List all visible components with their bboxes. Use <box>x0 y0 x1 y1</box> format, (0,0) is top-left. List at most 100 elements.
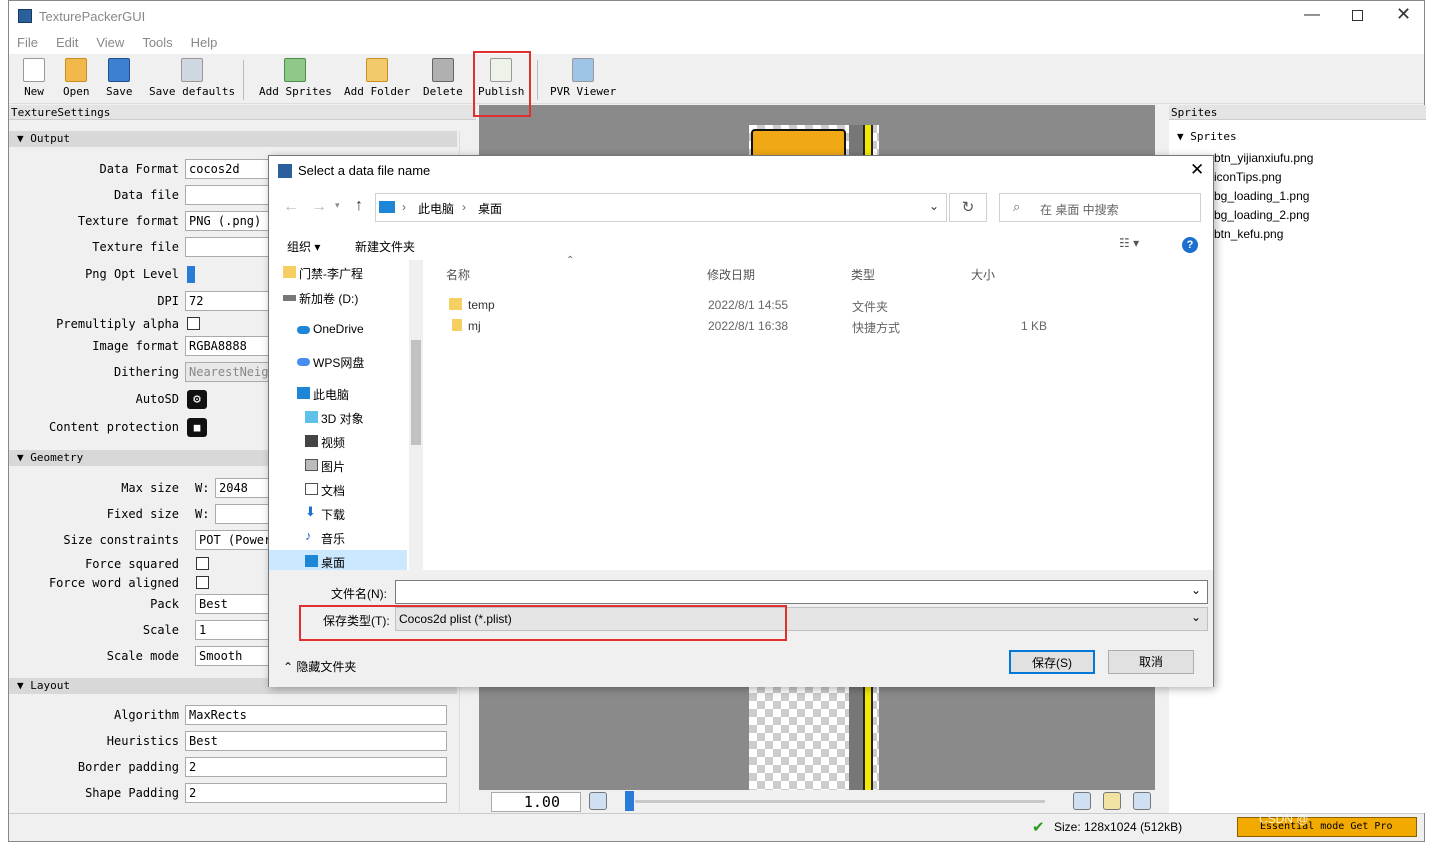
tree-item-desktop[interactable]: 桌面 <box>305 554 345 571</box>
zoom-fit-icon[interactable] <box>1103 792 1121 810</box>
column-date[interactable]: 修改日期 <box>707 266 755 283</box>
data-format-select[interactable]: cocos2d <box>185 159 275 179</box>
dialog-app-icon <box>278 164 292 178</box>
refresh-icon[interactable]: ↻ <box>949 193 987 222</box>
sprite-list-item[interactable]: bg_loading_2.png <box>1214 208 1309 222</box>
tree-item-music[interactable]: ♪ 音乐 <box>305 528 345 547</box>
pack-select[interactable]: Best <box>195 594 275 614</box>
address-bar[interactable]: › 此电脑 › 桌面 ⌄ <box>375 193 947 222</box>
column-size[interactable]: 大小 <box>971 266 995 283</box>
open-button[interactable]: Open <box>63 58 90 98</box>
save-button[interactable]: Save <box>106 58 133 98</box>
navigation-scrollbar-thumb[interactable] <box>411 340 421 445</box>
texture-file-input[interactable] <box>185 237 275 257</box>
sprites-group[interactable]: ▼ Sprites <box>1177 130 1237 143</box>
sprite-list-item[interactable]: btn_kefu.png <box>1214 227 1283 241</box>
delete-button[interactable]: Delete <box>423 58 463 98</box>
filename-dropdown-icon[interactable]: ⌄ <box>1191 583 1201 597</box>
breadcrumb-this-pc[interactable]: 此电脑 <box>418 200 454 217</box>
border-padding-spinner[interactable]: 2 <box>185 757 447 777</box>
data-file-input[interactable] <box>185 185 275 205</box>
file-row[interactable]: mj 2022/8/1 16:38 快捷方式 1 KB <box>429 317 1049 337</box>
file-row[interactable]: temp 2022/8/1 14:55 文件夹 <box>429 296 1049 316</box>
zoom-slider-track[interactable] <box>635 800 1045 803</box>
menu-edit[interactable]: Edit <box>56 32 78 54</box>
view-options-icon[interactable]: ☷ ▾ <box>1119 236 1139 250</box>
zoom-reset-icon[interactable] <box>1133 792 1151 810</box>
scale-mode-select[interactable]: Smooth <box>195 646 275 666</box>
sprite-list-item[interactable]: iconTips.png <box>1214 170 1282 184</box>
organize-menu[interactable]: 组织 ▾ <box>287 238 320 255</box>
zoom-in-icon[interactable] <box>1073 792 1091 810</box>
save-defaults-button[interactable]: Save defaults <box>149 58 235 98</box>
search-box[interactable]: ⌕ 在 桌面 中搜索 <box>999 193 1201 222</box>
premultiply-checkbox[interactable] <box>187 317 200 330</box>
app-icon <box>18 9 32 23</box>
image-format-select[interactable]: RGBA8888 <box>185 336 275 356</box>
menu-view[interactable]: View <box>96 32 124 54</box>
max-width-select[interactable]: 2048 <box>215 478 275 498</box>
hide-folders-toggle[interactable]: ⌃ 隐藏文件夹 <box>283 658 356 675</box>
size-constraints-select[interactable]: POT (Power <box>195 530 275 550</box>
filename-label: 文件名(N): <box>331 587 387 601</box>
file-date: 2022/8/1 16:38 <box>708 319 789 333</box>
navigation-scrollbar[interactable] <box>409 260 423 570</box>
add-folder-button[interactable]: Add Folder <box>344 58 410 98</box>
heuristics-select[interactable]: Best <box>185 731 447 751</box>
tree-item-videos[interactable]: 视频 <box>305 434 345 451</box>
maximize-icon[interactable] <box>1352 10 1363 21</box>
savetype-dropdown-icon[interactable]: ⌄ <box>1191 610 1201 624</box>
add-sprites-button[interactable]: Add Sprites <box>259 58 332 98</box>
shape-padding-spinner[interactable]: 2 <box>185 783 447 803</box>
tree-item-pictures[interactable]: 图片 <box>305 458 345 475</box>
force-squared-checkbox[interactable] <box>196 557 209 570</box>
close-icon[interactable]: ✕ <box>1396 4 1411 25</box>
breadcrumb-desktop[interactable]: 桌面 <box>478 200 502 217</box>
scale-input[interactable]: 1 <box>195 620 275 640</box>
dialog-close-icon[interactable]: ✕ <box>1190 160 1204 180</box>
tree-item-documents[interactable]: 文档 <box>305 482 345 499</box>
save-dialog-button[interactable]: 保存(S) <box>1009 650 1095 674</box>
up-icon[interactable]: ↑ <box>355 197 363 215</box>
new-button[interactable]: New <box>23 58 45 98</box>
back-icon[interactable]: ← <box>283 198 299 216</box>
filename-input[interactable]: ⌄ <box>395 580 1208 604</box>
menu-help[interactable]: Help <box>191 32 218 54</box>
algorithm-select[interactable]: MaxRects <box>185 705 447 725</box>
forward-icon[interactable]: → <box>311 198 327 216</box>
fixed-width-select[interactable] <box>215 504 275 524</box>
new-folder-button[interactable]: 新建文件夹 <box>355 238 415 255</box>
autosd-label: AutoSD <box>135 392 179 406</box>
zoom-slider-handle[interactable] <box>625 791 634 811</box>
menu-file[interactable]: File <box>17 32 38 54</box>
tree-item-3d[interactable]: 3D 对象 <box>305 410 364 427</box>
recent-dropdown-icon[interactable]: ▾ <box>335 200 340 211</box>
tree-item-downloads[interactable]: ⬇ 下载 <box>305 504 345 523</box>
address-dropdown-icon[interactable]: ⌄ <box>929 199 939 213</box>
cancel-button[interactable]: 取消 <box>1108 650 1194 674</box>
column-type[interactable]: 类型 <box>851 266 875 283</box>
tree-item-this-pc[interactable]: 此电脑 <box>297 386 349 403</box>
tree-item-drive-d[interactable]: 新加卷 (D:) <box>283 290 358 307</box>
heuristics-label: Heuristics <box>106 734 179 748</box>
texture-format-select[interactable]: PNG (.png) <box>185 211 275 231</box>
tree-item-wps[interactable]: WPS网盘 <box>297 354 364 371</box>
menu-tools[interactable]: Tools <box>142 32 172 54</box>
help-icon[interactable]: ? <box>1182 237 1198 253</box>
tree-item-folder[interactable]: 门禁-李广程 <box>283 265 363 282</box>
sprite-list-item[interactable]: btn_yijianxiufu.png <box>1214 151 1313 165</box>
dithering-select[interactable]: NearestNeigh <box>185 362 275 382</box>
gear-icon[interactable]: ⚙ <box>187 390 207 409</box>
dpi-input[interactable]: 72 <box>185 291 275 311</box>
zoom-out-icon[interactable] <box>589 792 607 810</box>
zoom-input[interactable]: 1.00 <box>491 792 581 812</box>
sprite-list-item[interactable]: bg_loading_1.png <box>1214 189 1309 203</box>
png-opt-slider[interactable] <box>187 266 195 283</box>
force-word-checkbox[interactable] <box>196 576 209 589</box>
tree-item-onedrive[interactable]: OneDrive <box>297 322 364 336</box>
section-output[interactable]: ▼ Output <box>9 131 457 147</box>
column-name[interactable]: 名称 <box>446 266 470 283</box>
lock-icon[interactable]: ■ <box>187 418 207 437</box>
pvr-viewer-button[interactable]: PVR Viewer <box>550 58 616 98</box>
minimize-icon[interactable]: — <box>1304 6 1320 24</box>
